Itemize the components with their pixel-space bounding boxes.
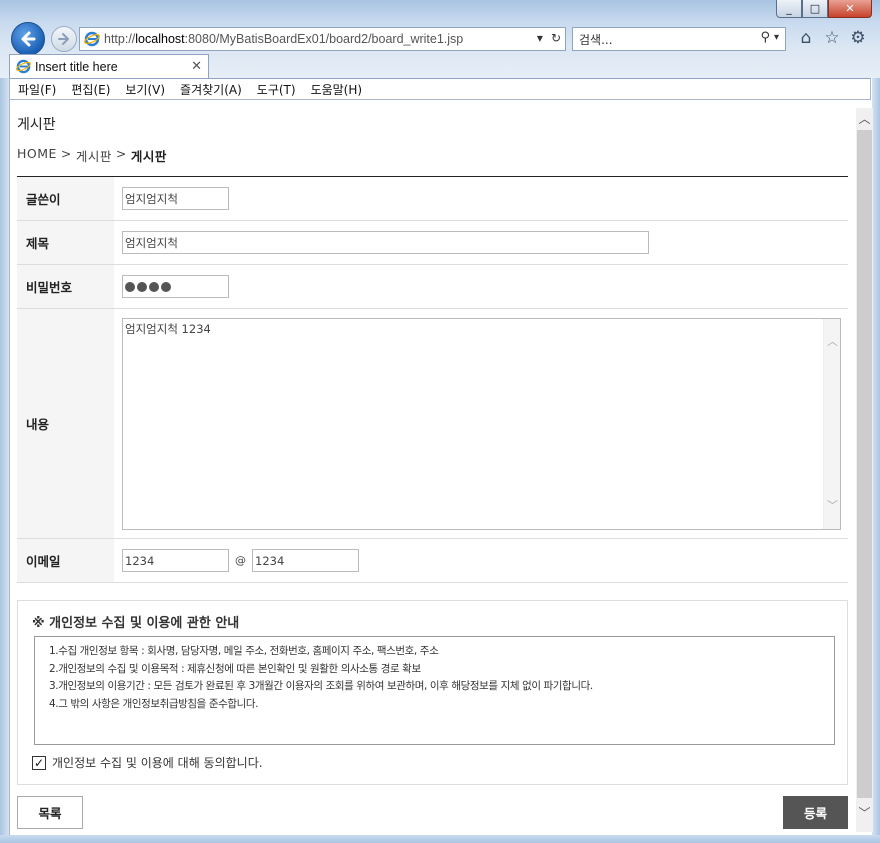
textarea-scrollbar[interactable]: ︿ ﹀: [823, 318, 840, 529]
content-label: 내용: [17, 309, 114, 538]
page-title: 게시판: [17, 117, 56, 133]
breadcrumb: HOME > 게시판 > 게시판: [17, 146, 167, 165]
menu-bar: 파일(F) 편집(E) 보기(V) 즐겨찾기(A) 도구(T) 도움말(H): [9, 78, 871, 100]
search-icon[interactable]: ⚲: [760, 30, 770, 45]
breadcrumb-board[interactable]: 게시판: [76, 146, 112, 165]
content-cell: 엄지엄지척 1234 ︿ ﹀: [114, 309, 848, 538]
password-input[interactable]: [122, 275, 229, 298]
back-arrow-icon: [21, 31, 36, 47]
content-text: 엄지엄지척 1234: [125, 321, 211, 336]
content-row: 내용 엄지엄지척 1234 ︿ ﹀: [17, 309, 848, 539]
menu-view[interactable]: 보기(V): [125, 81, 165, 98]
email-label: 이메일: [17, 539, 114, 582]
agree-label[interactable]: 개인정보 수집 및 이용에 대해 동의합니다.: [52, 754, 263, 771]
address-url: http://localhost:8080/MyBatisBoardEx01/b…: [104, 32, 464, 46]
writer-label: 글쓴이: [17, 177, 114, 220]
email-row: 이메일 1234 @ 1234: [17, 539, 848, 583]
email-cell: 1234 @ 1234: [114, 539, 848, 582]
textarea-scroll-up-icon[interactable]: ︿: [827, 333, 838, 349]
forward-arrow-icon: [58, 33, 69, 45]
privacy-title: ※ 개인정보 수집 및 이용에 관한 안내: [32, 616, 240, 631]
privacy-line: 3.개인정보의 이용기간 : 모든 검토가 완료된 후 3개월간 이용자의 조회…: [49, 680, 593, 692]
tab-active[interactable]: Insert title here ✕: [9, 54, 209, 78]
minimize-button[interactable]: _: [776, 0, 802, 18]
maximize-button[interactable]: □: [802, 0, 828, 18]
breadcrumb-home[interactable]: HOME: [17, 146, 57, 165]
menu-help[interactable]: 도움말(H): [311, 81, 363, 98]
page-scrollbar[interactable]: ︿ ﹀: [856, 108, 873, 832]
scroll-up-icon[interactable]: ︿: [856, 108, 873, 128]
password-dot: [137, 281, 147, 292]
window-frame-bottom: [0, 835, 880, 843]
menu-file[interactable]: 파일(F): [18, 81, 56, 98]
home-icon[interactable]: ⌂: [797, 28, 815, 48]
favorites-star-icon[interactable]: ☆: [823, 28, 841, 48]
search-placeholder: 검색...: [579, 32, 613, 47]
breadcrumb-current: 게시판: [130, 149, 167, 164]
agree-checkbox[interactable]: ✓: [32, 755, 46, 770]
password-row: 비밀번호: [17, 265, 848, 309]
writer-row: 글쓴이 엄지엄지척: [17, 177, 848, 221]
content-textarea[interactable]: 엄지엄지척 1234 ︿ ﹀: [122, 317, 841, 530]
refresh-icon[interactable]: ↻: [551, 31, 561, 45]
email-at-sign: @: [235, 554, 246, 567]
password-cell: [114, 265, 848, 308]
menu-edit[interactable]: 편집(E): [71, 81, 110, 98]
settings-gear-icon[interactable]: ⚙: [849, 28, 867, 48]
browser-right-icons: ⌂ ☆ ⚙: [797, 28, 867, 48]
forward-button[interactable]: [51, 26, 77, 52]
search-tools: ⚲ ▾: [760, 30, 779, 45]
subject-row: 제목 엄지엄지척: [17, 221, 848, 265]
close-window-button[interactable]: ✕: [828, 0, 872, 18]
password-dot: [149, 281, 159, 292]
list-button[interactable]: 목록: [17, 796, 83, 829]
writer-cell: 엄지엄지척: [114, 177, 848, 220]
address-bar[interactable]: http://localhost:8080/MyBatisBoardEx01/b…: [79, 27, 566, 51]
write-form: 글쓴이 엄지엄지척 제목 엄지엄지척 비밀번호 내용 엄지엄지척 1234 ︿ …: [17, 176, 848, 583]
breadcrumb-separator: >: [60, 146, 72, 161]
tab-ie-icon: [16, 59, 31, 74]
menu-tools[interactable]: 도구(T): [257, 81, 296, 98]
textarea-scroll-down-icon[interactable]: ﹀: [827, 497, 838, 513]
email-id-input[interactable]: 1234: [122, 549, 229, 572]
search-input[interactable]: 검색... ⚲ ▾: [572, 27, 786, 51]
window-frame-right: [872, 78, 880, 843]
privacy-line: 2.개인정보의 수집 및 이용목적 : 제휴신청에 따른 본인확인 및 원활한 …: [49, 662, 421, 675]
privacy-line: 4.그 밖의 사항은 개인정보취급방침을 준수합니다.: [49, 697, 259, 710]
ie-logo-icon: [84, 31, 100, 47]
breadcrumb-separator: >: [115, 146, 127, 161]
subject-cell: 엄지엄지척: [114, 221, 848, 264]
subject-input[interactable]: 엄지엄지척: [122, 231, 649, 254]
writer-input[interactable]: 엄지엄지척: [122, 187, 229, 210]
scroll-thumb[interactable]: [857, 130, 872, 798]
submit-button[interactable]: 등록: [783, 796, 848, 829]
window-frame-left: [0, 78, 9, 843]
password-dot: [125, 281, 135, 292]
agree-row: ✓ 개인정보 수집 및 이용에 대해 동의합니다.: [32, 754, 263, 771]
privacy-section: ※ 개인정보 수집 및 이용에 관한 안내 1.수집 개인정보 항목 : 회사명…: [17, 600, 848, 785]
tab-close-icon[interactable]: ✕: [191, 58, 202, 74]
tab-title: Insert title here: [35, 59, 118, 74]
email-domain-input[interactable]: 1234: [252, 549, 359, 572]
window-controls: _ □ ✕: [776, 0, 872, 20]
privacy-terms-box[interactable]: 1.수집 개인정보 항목 : 회사명, 담당자명, 메일 주소, 전화번호, 홈…: [34, 636, 835, 745]
scroll-down-icon[interactable]: ﹀: [856, 802, 873, 822]
address-dropdown-icon[interactable]: ▾: [537, 31, 543, 45]
address-tools: ▾ ↻: [537, 31, 561, 45]
subject-label: 제목: [17, 221, 114, 264]
menu-favorites[interactable]: 즐겨찾기(A): [180, 81, 242, 98]
search-dropdown-icon[interactable]: ▾: [774, 30, 779, 45]
privacy-line: 1.수집 개인정보 항목 : 회사명, 담당자명, 메일 주소, 전화번호, 홈…: [49, 645, 439, 657]
password-dot: [161, 281, 171, 292]
password-label: 비밀번호: [17, 265, 114, 308]
back-button[interactable]: [11, 22, 45, 56]
